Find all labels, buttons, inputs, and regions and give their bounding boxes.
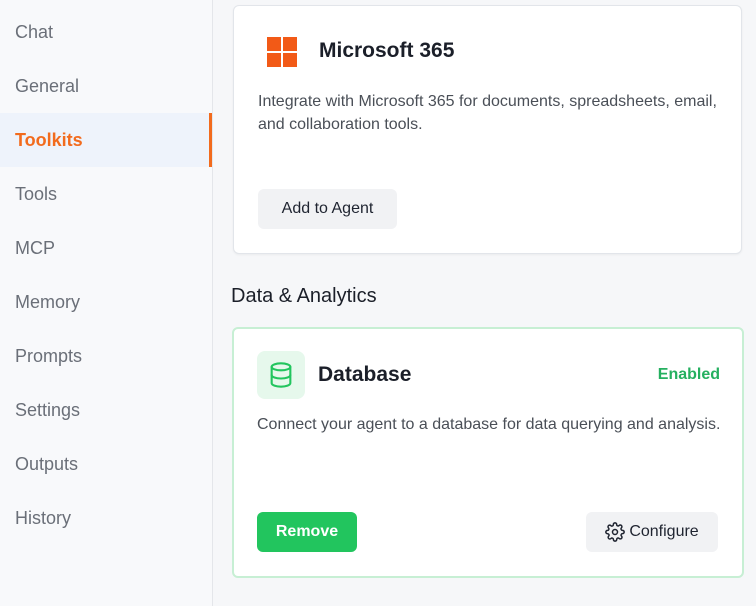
toolkit-card-microsoft-365: Microsoft 365 Integrate with Microsoft 3… xyxy=(233,5,742,254)
sidebar-item-prompts[interactable]: Prompts xyxy=(0,329,212,383)
card-title: Microsoft 365 xyxy=(319,39,455,62)
sidebar-item-label: Chat xyxy=(15,21,54,42)
configure-button[interactable]: Configure xyxy=(586,512,718,552)
microsoft-logo-icon xyxy=(258,28,306,76)
sidebar-item-history[interactable]: History xyxy=(0,491,212,545)
status-badge: Enabled xyxy=(657,366,720,383)
sidebar-item-label: Settings xyxy=(15,399,81,420)
card-description: Integrate with Microsoft 365 for documen… xyxy=(258,93,717,133)
sidebar-item-label: Toolkits xyxy=(15,129,83,150)
sidebar-item-memory[interactable]: Memory xyxy=(0,275,212,329)
sidebar-item-label: Tools xyxy=(15,183,58,204)
sidebar-item-outputs[interactable]: Outputs xyxy=(0,437,212,491)
toolkit-card-database: Database Enabled Connect your agent to a… xyxy=(232,327,744,578)
sidebar-item-label: Outputs xyxy=(15,453,79,474)
sidebar-item-general[interactable]: General xyxy=(0,59,212,113)
sidebar-item-label: Prompts xyxy=(15,345,83,366)
section-title: Data & Analytics xyxy=(231,285,377,307)
sidebar-item-label: General xyxy=(15,75,80,96)
sidebar-item-label: History xyxy=(15,507,72,528)
database-icon xyxy=(257,351,305,399)
card-title: Database xyxy=(318,363,412,386)
sidebar: Chat General Toolkits Tools MCP Memory P… xyxy=(0,0,213,606)
add-to-agent-button[interactable]: Add to Agent xyxy=(258,189,397,229)
sidebar-item-label: Memory xyxy=(15,291,81,312)
gear-icon xyxy=(605,522,626,542)
sidebar-item-mcp[interactable]: MCP xyxy=(0,221,212,275)
sidebar-item-chat[interactable]: Chat xyxy=(0,5,212,59)
remove-button[interactable]: Remove xyxy=(257,512,357,552)
sidebar-item-label: MCP xyxy=(15,237,55,258)
sidebar-item-tools[interactable]: Tools xyxy=(0,167,212,221)
sidebar-item-toolkits[interactable]: Toolkits xyxy=(0,113,212,167)
configure-label: Configure xyxy=(629,523,699,540)
main-content: Microsoft 365 Integrate with Microsoft 3… xyxy=(213,0,756,606)
sidebar-item-settings[interactable]: Settings xyxy=(0,383,212,437)
card-description: Connect your agent to a database for dat… xyxy=(257,416,721,433)
